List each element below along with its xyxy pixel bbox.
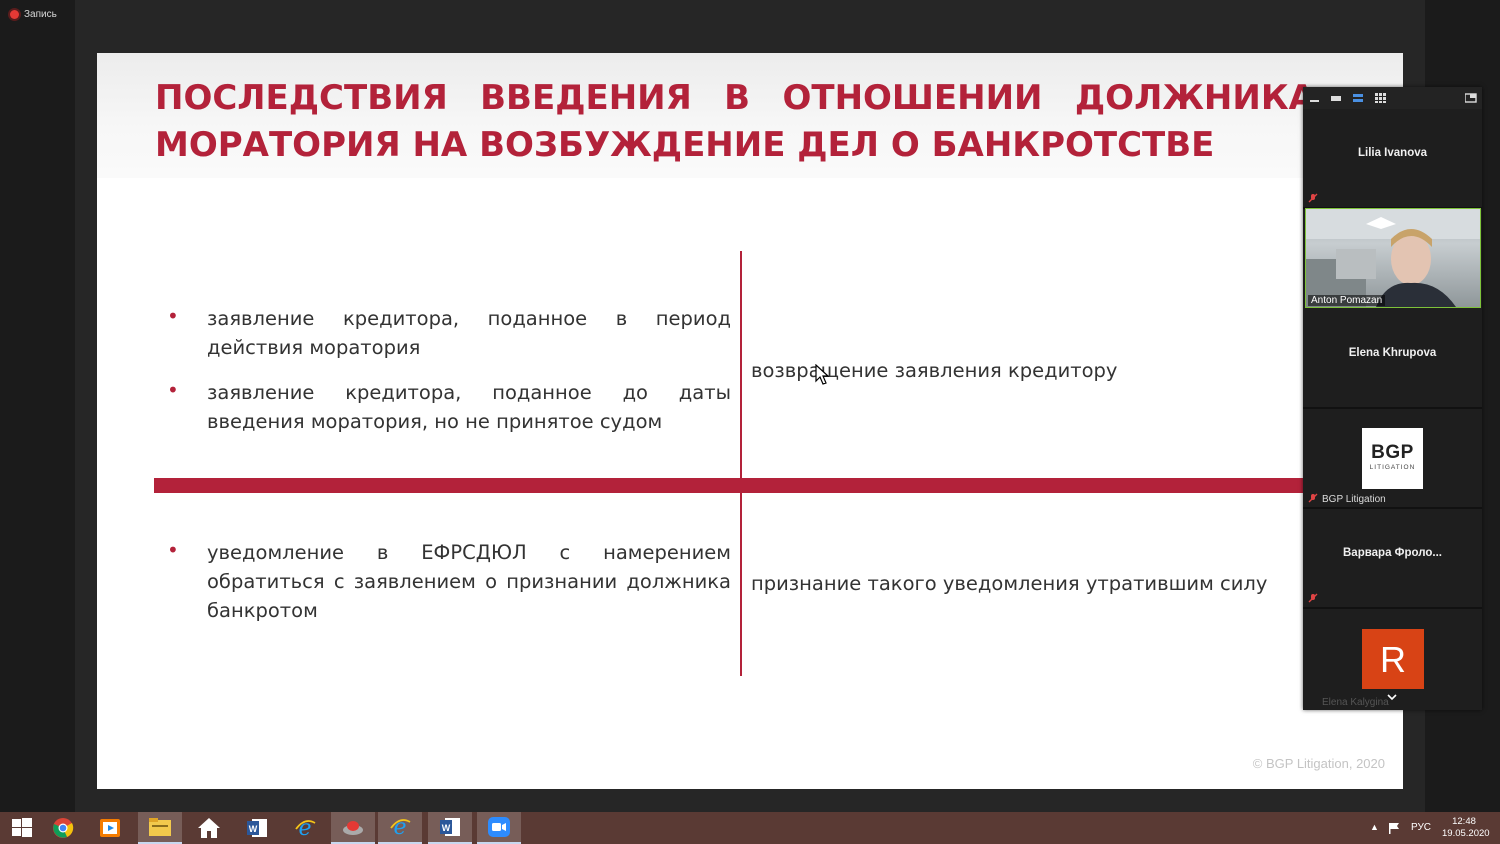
participant-name: Elena Kalygina [1322, 697, 1389, 708]
red-button-app-icon[interactable] [331, 812, 375, 844]
presentation-slide: ПОСЛЕДСТВИЯ ВВЕДЕНИЯ В ОТНОШЕНИИ ДОЛЖНИК… [97, 53, 1403, 789]
windows-taskbar: W e e W ▲ РУС 12:48 19.05.2020 [0, 812, 1500, 844]
video-frame-icon [1306, 209, 1480, 307]
word-icon-2[interactable]: W [428, 812, 472, 844]
participant-tile-active-speaker[interactable]: Anton Pomazan [1305, 208, 1481, 308]
participant-tile[interactable]: Elena Khrupova [1303, 309, 1482, 409]
row2-consequence: признание такого уведомления утратившим … [751, 572, 1268, 595]
title-word: В [724, 78, 751, 118]
logo-subtext: LITIGATION [1369, 464, 1416, 471]
clock-date: 19.05.2020 [1442, 828, 1490, 839]
row-divider [154, 478, 1403, 493]
word-icon[interactable]: W [235, 812, 279, 844]
column-divider-bottom [740, 493, 742, 676]
slide-copyright: © BGP Litigation, 2020 [1252, 756, 1385, 771]
participant-name: Anton Pomazan [1308, 295, 1386, 306]
title-word: ДОЛЖНИКА [1074, 78, 1315, 118]
screen-share-stage: Запись ПОСЛЕДСТВИЯ ВВЕДЕНИЯ В ОТНОШЕНИИ … [0, 0, 1500, 812]
participant-name: Elena Khrupova [1348, 347, 1437, 359]
exit-fullscreen-icon[interactable] [1465, 93, 1477, 103]
svg-text:W: W [249, 824, 258, 834]
internet-explorer-icon-2[interactable]: e [378, 812, 422, 844]
language-indicator[interactable]: РУС [1411, 822, 1431, 833]
participant-name: Варвара Фроло... [1343, 547, 1442, 559]
slide-title: ПОСЛЕДСТВИЯ ВВЕДЕНИЯ В ОТНОШЕНИИ ДОЛЖНИК… [155, 75, 1315, 169]
list-item: заявление кредитора, поданное в период д… [167, 302, 731, 362]
participant-tile[interactable]: BGP LITIGATION BGP Litigation [1303, 409, 1482, 509]
hide-video-icon[interactable] [1331, 93, 1342, 103]
clock-time: 12:48 [1452, 816, 1476, 827]
minimize-icon[interactable] [1310, 93, 1320, 103]
bgp-logo: BGP LITIGATION [1362, 428, 1423, 489]
chevron-down-icon[interactable] [1386, 691, 1398, 703]
zoom-icon[interactable] [477, 812, 521, 844]
participant-tile[interactable]: Варвара Фроло... [1303, 509, 1482, 609]
tray-expand-icon[interactable]: ▲ [1370, 822, 1379, 832]
participant-video [1306, 209, 1480, 307]
mic-muted-icon [1308, 493, 1318, 503]
file-explorer-icon[interactable] [138, 812, 182, 844]
avatar: R [1362, 629, 1424, 689]
participant-name: BGP Litigation [1322, 494, 1386, 505]
chrome-icon[interactable] [41, 812, 85, 844]
column-divider-top [740, 251, 742, 478]
mic-muted-icon [1308, 593, 1318, 603]
row2-conditions: уведомление в ЕФРСДЮЛ с намерением обрат… [167, 536, 731, 641]
record-icon [10, 10, 19, 19]
windows-start-icon[interactable] [0, 812, 44, 844]
svg-text:W: W [442, 823, 451, 833]
participant-tile[interactable]: Lilia Ivanova [1303, 109, 1482, 209]
recording-label: Запись [24, 9, 57, 20]
participant-name: Lilia Ivanova [1357, 147, 1428, 159]
row1-consequence: возвращение заявления кредитору [751, 359, 1118, 382]
left-margin: Запись [0, 0, 75, 812]
title-word: ОТНОШЕНИИ [782, 78, 1043, 118]
gallery-toolbar [1303, 87, 1482, 109]
list-item: заявление кредитора, поданное до даты вв… [167, 376, 731, 436]
title-word: ВВЕДЕНИЯ [480, 78, 692, 118]
gallery-view-icon[interactable] [1375, 93, 1386, 103]
action-center-flag-icon[interactable] [1388, 822, 1400, 834]
logo-text: BGP [1371, 442, 1414, 463]
slide-title-line1: ПОСЛЕДСТВИЯ ВВЕДЕНИЯ В ОТНОШЕНИИ ДОЛЖНИК… [155, 75, 1315, 122]
title-word: ПОСЛЕДСТВИЯ [155, 78, 448, 118]
system-clock[interactable]: 12:48 19.05.2020 [1442, 816, 1490, 840]
participant-gallery[interactable]: Lilia Ivanova Anton Pomazan Elena Khrupo… [1303, 87, 1482, 710]
media-player-icon[interactable] [88, 812, 132, 844]
mic-muted-icon [1308, 193, 1318, 203]
list-item: уведомление в ЕФРСДЮЛ с намерением обрат… [167, 536, 731, 625]
slide-title-line2: МОРАТОРИЯ НА ВОЗБУЖДЕНИЕ ДЕЛ О БАНКРОТСТ… [155, 125, 1215, 165]
speaker-view-icon[interactable] [1353, 93, 1364, 103]
internet-explorer-icon[interactable]: e [283, 812, 327, 844]
recording-indicator[interactable]: Запись [10, 9, 57, 20]
home-icon[interactable] [187, 812, 231, 844]
row1-conditions: заявление кредитора, поданное в период д… [167, 302, 731, 452]
mouse-cursor-icon [815, 364, 829, 385]
